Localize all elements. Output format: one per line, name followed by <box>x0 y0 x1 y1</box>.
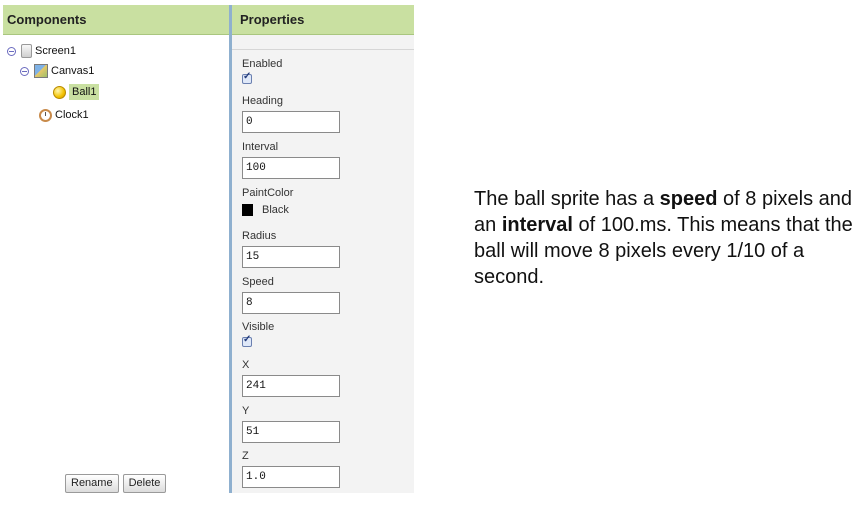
property-visible: Visible <box>242 320 274 347</box>
property-enabled: Enabled <box>242 57 282 84</box>
tree-item-canvas1[interactable]: Canvas1 <box>20 61 94 81</box>
property-label: Interval <box>242 141 279 153</box>
components-panel: Components Screen1 Canvas1 Ball1 Clock1 … <box>3 5 229 493</box>
property-radius: Radius <box>242 229 340 268</box>
explanation-text: The ball sprite has a speed of 8 pixels … <box>474 186 854 290</box>
property-interval: Interval <box>242 140 340 179</box>
component-actions: Rename Delete <box>65 474 167 493</box>
explanation-bold-speed: speed <box>659 188 718 210</box>
speed-input[interactable] <box>242 292 340 314</box>
properties-panel: Properties Enabled Heading Interval Pain… <box>232 5 414 493</box>
color-swatch <box>242 204 253 216</box>
ball-icon <box>53 85 66 99</box>
property-label: Speed <box>242 276 274 288</box>
explanation-part: The ball sprite has a <box>474 188 660 210</box>
property-x: X <box>242 358 340 397</box>
canvas-icon <box>34 64 48 78</box>
property-label: Heading <box>242 95 283 107</box>
tree-item-clock1[interactable]: Clock1 <box>39 105 89 125</box>
property-speed: Speed <box>242 275 340 314</box>
z-input[interactable] <box>242 466 340 488</box>
property-label: Y <box>242 405 250 417</box>
properties-header: Properties <box>232 5 414 35</box>
components-header: Components <box>3 5 229 35</box>
tree-item-label: Screen1 <box>35 45 76 57</box>
collapse-toggle-icon[interactable] <box>20 66 29 76</box>
property-y: Y <box>242 404 340 443</box>
clock-icon <box>39 108 52 122</box>
visible-checkbox[interactable] <box>242 334 252 347</box>
tree-item-ball1[interactable]: Ball1 <box>53 82 100 102</box>
property-label: Z <box>242 450 249 462</box>
tree-item-label: Ball1 <box>69 84 100 100</box>
property-label: Enabled <box>242 58 283 70</box>
interval-input[interactable] <box>242 157 340 179</box>
property-label: X <box>242 359 250 371</box>
tree-item-screen1[interactable]: Screen1 <box>7 41 76 61</box>
property-paintcolor: PaintColor Black <box>242 186 293 216</box>
tree-item-label: Canvas1 <box>51 65 95 77</box>
heading-input[interactable] <box>242 111 340 133</box>
property-label: Radius <box>242 230 277 242</box>
properties-subheader <box>232 35 414 50</box>
tree-item-label: Clock1 <box>55 109 89 121</box>
x-input[interactable] <box>242 375 340 397</box>
radius-input[interactable] <box>242 246 340 268</box>
enabled-checkbox[interactable] <box>242 71 252 84</box>
property-heading: Heading <box>242 94 340 133</box>
delete-button[interactable]: Delete <box>122 474 167 493</box>
paintcolor-picker[interactable]: Black <box>242 204 293 216</box>
y-input[interactable] <box>242 421 340 443</box>
rename-button[interactable]: Rename <box>65 474 119 493</box>
property-z: Z <box>242 449 340 488</box>
property-label: Visible <box>242 321 275 333</box>
explanation-bold-interval: interval <box>501 214 573 236</box>
paintcolor-value: Black <box>262 204 289 216</box>
property-label: PaintColor <box>242 187 294 199</box>
collapse-toggle-icon[interactable] <box>7 46 16 56</box>
screen-icon <box>21 44 32 58</box>
